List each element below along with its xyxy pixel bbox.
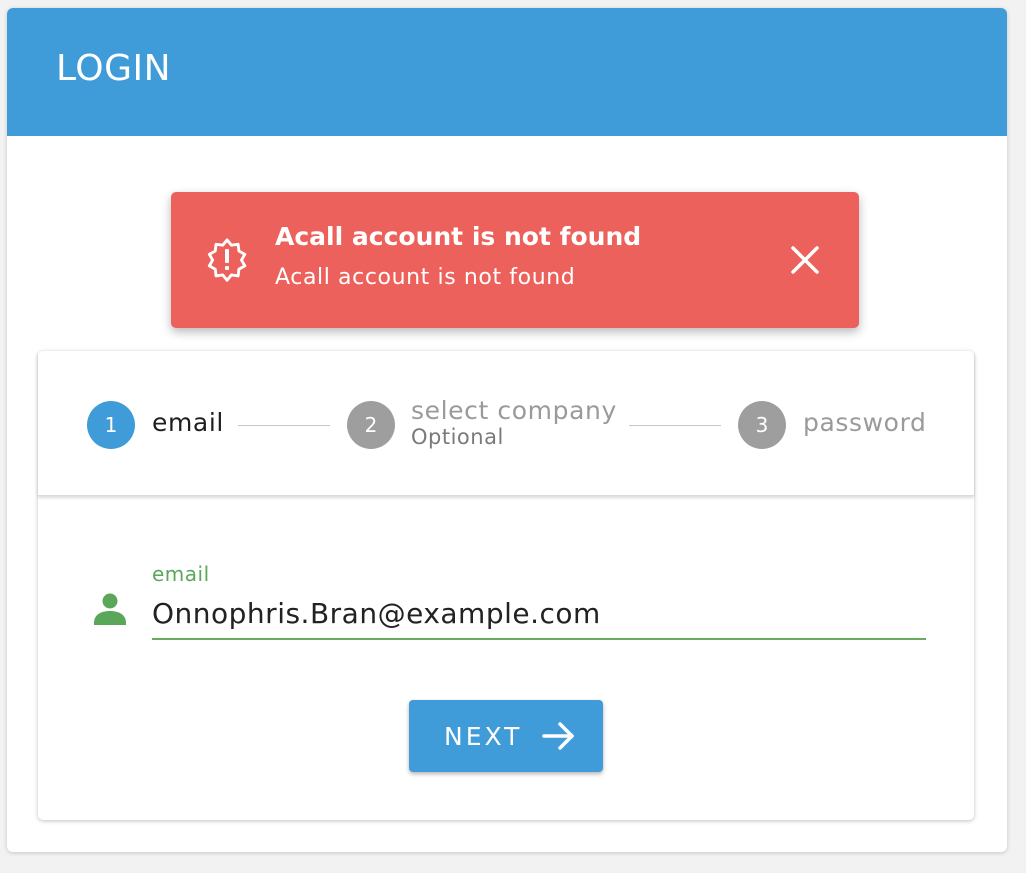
step-connector [238, 425, 330, 426]
email-field[interactable] [152, 588, 926, 640]
stepper: 1 email 2 select company Optional 3 pass… [38, 351, 974, 496]
login-form-panel: 1 email 2 select company Optional 3 pass… [38, 351, 974, 820]
alert-title: Acall account is not found [275, 222, 642, 251]
step-3-label[interactable]: password [803, 408, 927, 437]
alert-decagram-icon [207, 238, 247, 282]
step-connector [629, 425, 721, 426]
alert-message: Acall account is not found [275, 265, 576, 290]
person-icon [94, 593, 126, 625]
step-1-number[interactable]: 1 [87, 401, 135, 449]
step-2-number[interactable]: 2 [347, 401, 395, 449]
email-field-label: email [152, 562, 210, 586]
step-1-label[interactable]: email [152, 408, 224, 437]
error-alert: Acall account is not found Acall account… [171, 192, 859, 328]
login-card: LOGIN Acall account is not found Acall a… [7, 8, 1007, 852]
next-button-label: NEXT [444, 722, 523, 751]
step-3-number[interactable]: 3 [738, 401, 786, 449]
next-button[interactable]: NEXT [409, 700, 603, 772]
step-2-sublabel: Optional [411, 425, 504, 449]
login-header: LOGIN [7, 8, 1007, 136]
close-icon[interactable] [787, 242, 823, 278]
arrow-right-icon [542, 722, 574, 750]
page-title: LOGIN [56, 48, 172, 89]
step-2-label[interactable]: select company [411, 396, 617, 425]
